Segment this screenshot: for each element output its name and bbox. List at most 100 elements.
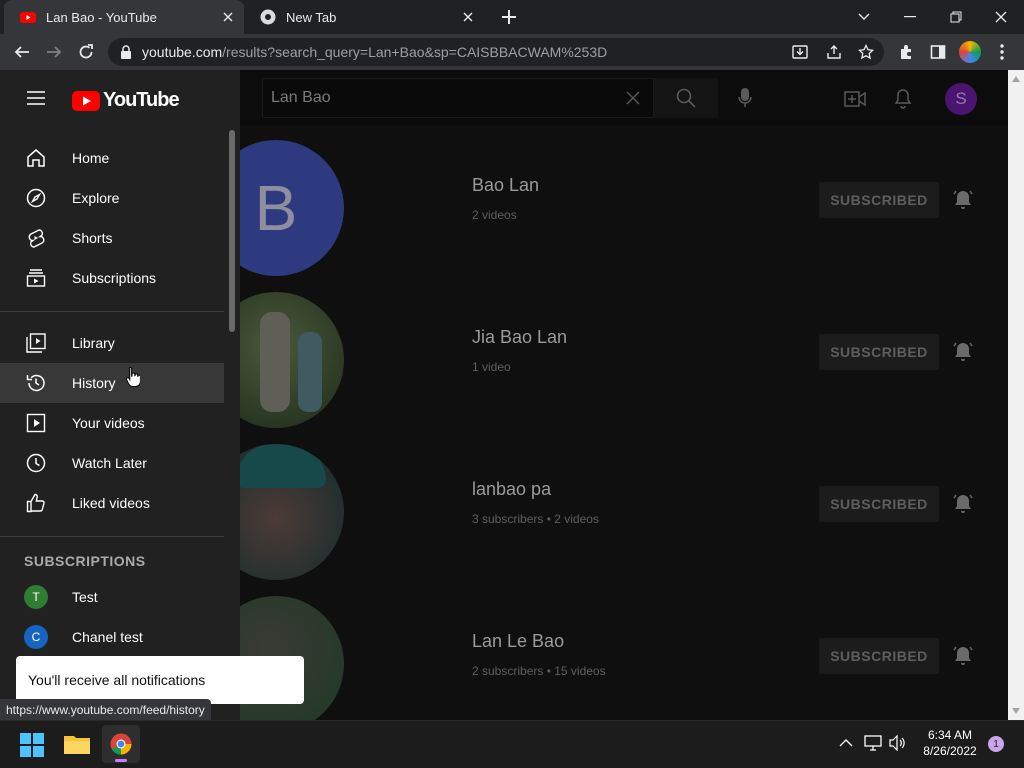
tab-search-icon[interactable] — [850, 3, 878, 31]
guide-item-label: Home — [72, 150, 110, 166]
search-box[interactable]: Lan Bao — [262, 78, 654, 118]
notifications-all-bell-icon[interactable] — [951, 492, 975, 516]
youtube-logo[interactable]: YouTube — [72, 89, 180, 112]
close-window-icon[interactable] — [987, 3, 1015, 31]
scroll-down-icon[interactable] — [1012, 708, 1020, 714]
search-icon — [676, 88, 696, 108]
account-avatar[interactable]: S — [945, 83, 977, 115]
guide-item-label: Your videos — [72, 415, 145, 431]
guide-item-label: Liked videos — [72, 495, 150, 511]
tab-new-tab[interactable]: New Tab — [244, 0, 484, 34]
close-tab-icon[interactable] — [456, 5, 480, 29]
photo-figure — [260, 312, 290, 412]
browser-tab-strip: Lan Bao - YouTube New Tab — [0, 0, 1024, 34]
guide-item-explore[interactable]: Explore — [0, 178, 224, 218]
search-input[interactable]: Lan Bao — [271, 89, 619, 107]
guide-item-subscriptions[interactable]: Subscriptions — [0, 258, 224, 298]
channel-name[interactable]: Jia Bao Lan — [472, 327, 567, 348]
guide-item-shorts[interactable]: Shorts — [0, 218, 224, 258]
youtube-favicon-icon — [20, 12, 36, 23]
profile-avatar[interactable] — [959, 41, 981, 63]
guide-item-liked-videos[interactable]: Liked videos — [0, 483, 224, 523]
show-hidden-icons-icon[interactable] — [839, 738, 853, 748]
notifications-all-bell-icon[interactable] — [951, 340, 975, 364]
page-scrollbar[interactable] — [1008, 70, 1024, 720]
guide-scrollbar[interactable] — [229, 130, 235, 332]
create-video-icon[interactable] — [841, 85, 869, 113]
guide-separator — [0, 311, 224, 312]
notifications-bell-icon[interactable] — [889, 85, 917, 113]
notifications-all-bell-icon[interactable] — [951, 188, 975, 212]
clock-icon — [24, 451, 48, 475]
restore-icon[interactable] — [942, 3, 970, 31]
active-app-indicator — [115, 759, 127, 762]
guide-separator — [0, 536, 224, 537]
guide-item-label: Watch Later — [72, 455, 147, 471]
share-icon[interactable] — [820, 38, 848, 66]
guide-item-home[interactable]: Home — [0, 138, 224, 178]
tab-youtube[interactable]: Lan Bao - YouTube — [4, 0, 244, 34]
subscriptions-icon — [24, 266, 48, 290]
reload-icon[interactable] — [72, 38, 100, 66]
youtube-logo-icon — [72, 90, 100, 111]
windows-start-icon[interactable] — [20, 733, 44, 757]
channel-meta: 3 subscribers • 2 videos — [472, 512, 599, 526]
subscribed-button[interactable]: SUBSCRIBED — [819, 486, 939, 522]
network-icon[interactable] — [864, 735, 882, 751]
notification-count: 1 — [993, 738, 999, 750]
guide-item-watch-later[interactable]: Watch Later — [0, 443, 224, 483]
channel-meta: 2 subscribers • 15 videos — [472, 664, 606, 678]
scroll-up-icon[interactable] — [1012, 76, 1020, 82]
guide-item-history[interactable]: History — [0, 363, 224, 403]
side-panel-icon[interactable] — [924, 38, 952, 66]
guide-drawer: YouTube Home Explore Shorts Subscription… — [0, 70, 240, 720]
url-text: youtube.com/results?search_query=Lan+Bao… — [142, 44, 608, 60]
guide-item-label: Library — [72, 335, 115, 351]
guide-item-library[interactable]: Library — [0, 323, 224, 363]
tab-title: New Tab — [286, 9, 337, 25]
chrome-taskbar-button[interactable] — [102, 725, 140, 763]
close-tab-icon[interactable] — [216, 5, 240, 29]
file-explorer-icon[interactable] — [63, 733, 91, 755]
subscribed-button[interactable]: SUBSCRIBED — [819, 182, 939, 218]
new-tab-button[interactable] — [495, 3, 523, 31]
channel-chip: C — [24, 625, 48, 649]
hand-cursor-icon — [126, 366, 140, 387]
system-clock[interactable]: 6:34 AM 8/26/2022 — [914, 727, 986, 759]
clear-search-icon[interactable] — [619, 84, 647, 112]
forward-icon[interactable] — [40, 38, 68, 66]
clock-time: 6:34 AM — [927, 728, 973, 742]
address-bar[interactable]: youtube.com/results?search_query=Lan+Bao… — [108, 38, 884, 66]
lock-icon[interactable] — [120, 45, 132, 59]
notification-center-badge[interactable]: 1 — [988, 736, 1004, 752]
status-bubble-url: https://www.youtube.com/feed/history — [0, 699, 211, 720]
guide-subscription-test[interactable]: T Test — [0, 577, 224, 617]
shorts-icon — [24, 226, 48, 250]
volume-icon[interactable] — [889, 735, 907, 751]
thumbs-up-icon — [24, 491, 48, 515]
guide-item-label: Chanel test — [72, 629, 143, 645]
subscribed-button[interactable]: SUBSCRIBED — [819, 334, 939, 370]
search-button[interactable] — [654, 78, 718, 118]
minimize-icon[interactable] — [896, 3, 924, 31]
back-icon[interactable] — [8, 38, 36, 66]
subscribed-button[interactable]: SUBSCRIBED — [819, 638, 939, 674]
channel-chip: T — [24, 585, 48, 609]
your-videos-icon — [24, 411, 48, 435]
guide-item-label: History — [72, 375, 116, 391]
channel-name[interactable]: Lan Le Bao — [472, 631, 564, 652]
channel-name[interactable]: lanbao pa — [472, 479, 551, 500]
extensions-icon[interactable] — [892, 38, 920, 66]
hamburger-menu-icon[interactable] — [22, 84, 50, 112]
guide-item-your-videos[interactable]: Your videos — [0, 403, 224, 443]
subscriptions-header: SUBSCRIPTIONS — [24, 553, 146, 569]
library-icon — [24, 331, 48, 355]
browser-menu-icon[interactable] — [988, 38, 1016, 66]
bookmark-star-icon[interactable] — [852, 38, 880, 66]
install-app-icon[interactable] — [786, 38, 814, 66]
notifications-all-bell-icon[interactable] — [951, 644, 975, 668]
channel-name[interactable]: Bao Lan — [472, 175, 539, 196]
microphone-icon[interactable] — [731, 84, 759, 112]
guide-subscription-chanel-test[interactable]: C Chanel test — [0, 617, 224, 657]
chrome-icon — [110, 733, 132, 755]
